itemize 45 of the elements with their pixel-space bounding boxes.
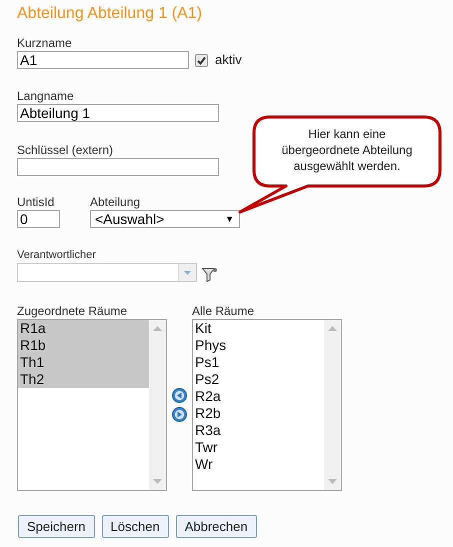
field-label: Verantwortlicher [17,248,96,262]
dropdown[interactable]: <Auswahl> ▼ [90,210,240,228]
input-field[interactable]: 0 [17,210,60,228]
scroll-down-icon[interactable] [328,479,337,484]
callout-text: Hier kann eine übergeordnete Abteilung ausgewählt werden. [280,126,414,174]
form-button[interactable]: Abbrechen [176,515,257,538]
arrow-right-icon[interactable] [172,406,187,422]
list-item[interactable]: R2a [193,388,324,405]
field-label: UntisId [17,195,54,209]
checkbox[interactable] [195,54,208,66]
arrow-left-icon[interactable] [172,388,187,402]
filter-icon[interactable] [202,267,218,282]
all-rooms-list[interactable]: Kit Phys Ps1 Ps2 R2a R2b R3a Twr Wr [192,319,342,491]
field-label: Kurzname [17,36,72,50]
list-label: Zugeordnete Räume [17,304,128,318]
list-item[interactable]: Th1 [18,354,149,371]
input-field[interactable]: Abteilung 1 [17,104,219,122]
list-item[interactable]: Twr [193,439,324,456]
input-field[interactable]: A1 [17,51,189,69]
list-item[interactable]: Kit [193,320,324,337]
list-item[interactable]: R1a [18,320,149,337]
page-title: Abteilung Abteilung 1 (A1) [17,4,202,24]
assigned-rooms-list[interactable]: R1a R1b Th1 Th2 [17,319,167,491]
combo-box[interactable] [17,263,197,282]
list-item[interactable]: R3a [193,422,324,439]
field-label: Langname [17,89,74,103]
scrollbar[interactable] [149,320,166,490]
scroll-up-icon[interactable] [153,326,162,331]
scrollbar[interactable] [324,320,341,490]
scroll-up-icon[interactable] [328,326,337,331]
list-item[interactable]: R1b [18,337,149,354]
field-label: Abteilung [90,195,140,209]
form-button[interactable]: Speichern [18,515,95,538]
form-button[interactable]: Löschen [102,515,169,538]
checkbox-label: aktiv [215,51,242,69]
field-label: Schlüssel (extern) [17,143,114,157]
list-item[interactable]: Ps1 [193,354,324,371]
list-item[interactable]: Wr [193,456,324,473]
list-label: Alle Räume [192,304,254,318]
list-item[interactable]: R2b [193,405,324,422]
list-item[interactable]: Ps2 [193,371,324,388]
input-field[interactable] [17,158,219,176]
list-item[interactable]: Th2 [18,371,149,388]
list-item[interactable]: Phys [193,337,324,354]
scroll-down-icon[interactable] [153,479,162,484]
